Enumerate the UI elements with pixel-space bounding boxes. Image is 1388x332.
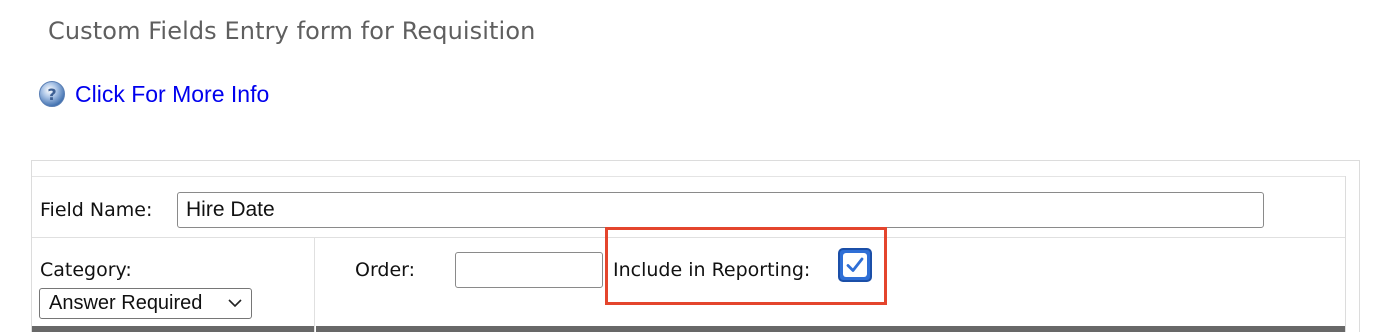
svg-text:?: ? — [47, 85, 56, 104]
checkmark-icon — [846, 257, 864, 272]
category-label: Category: — [40, 259, 132, 281]
section-header-bar-right — [316, 326, 1345, 332]
include-in-reporting-label: Include in Reporting: — [613, 259, 811, 281]
section-header-bar-left — [32, 326, 314, 332]
more-info-link-row[interactable]: ? Click For More Info — [38, 80, 269, 108]
category-select[interactable]: Answer Required — [39, 288, 252, 319]
row-divider — [32, 237, 1345, 238]
help-icon[interactable]: ? — [38, 80, 66, 108]
category-selected-value: Answer Required — [49, 292, 203, 314]
more-info-link[interactable]: Click For More Info — [75, 81, 269, 108]
field-name-input[interactable] — [177, 192, 1264, 228]
page-title: Custom Fields Entry form for Requisition — [48, 17, 536, 45]
order-label: Order: — [355, 259, 416, 281]
order-input[interactable] — [455, 252, 603, 288]
chevron-down-icon — [228, 299, 242, 308]
form-header-divider — [32, 176, 1345, 177]
include-in-reporting-checkbox[interactable] — [838, 248, 872, 282]
custom-fields-page: Custom Fields Entry form for Requisition… — [0, 0, 1388, 332]
column-divider — [314, 238, 315, 332]
form-right-divider — [1345, 176, 1346, 332]
checkbox-face — [843, 253, 867, 277]
field-name-label: Field Name: — [40, 199, 153, 221]
